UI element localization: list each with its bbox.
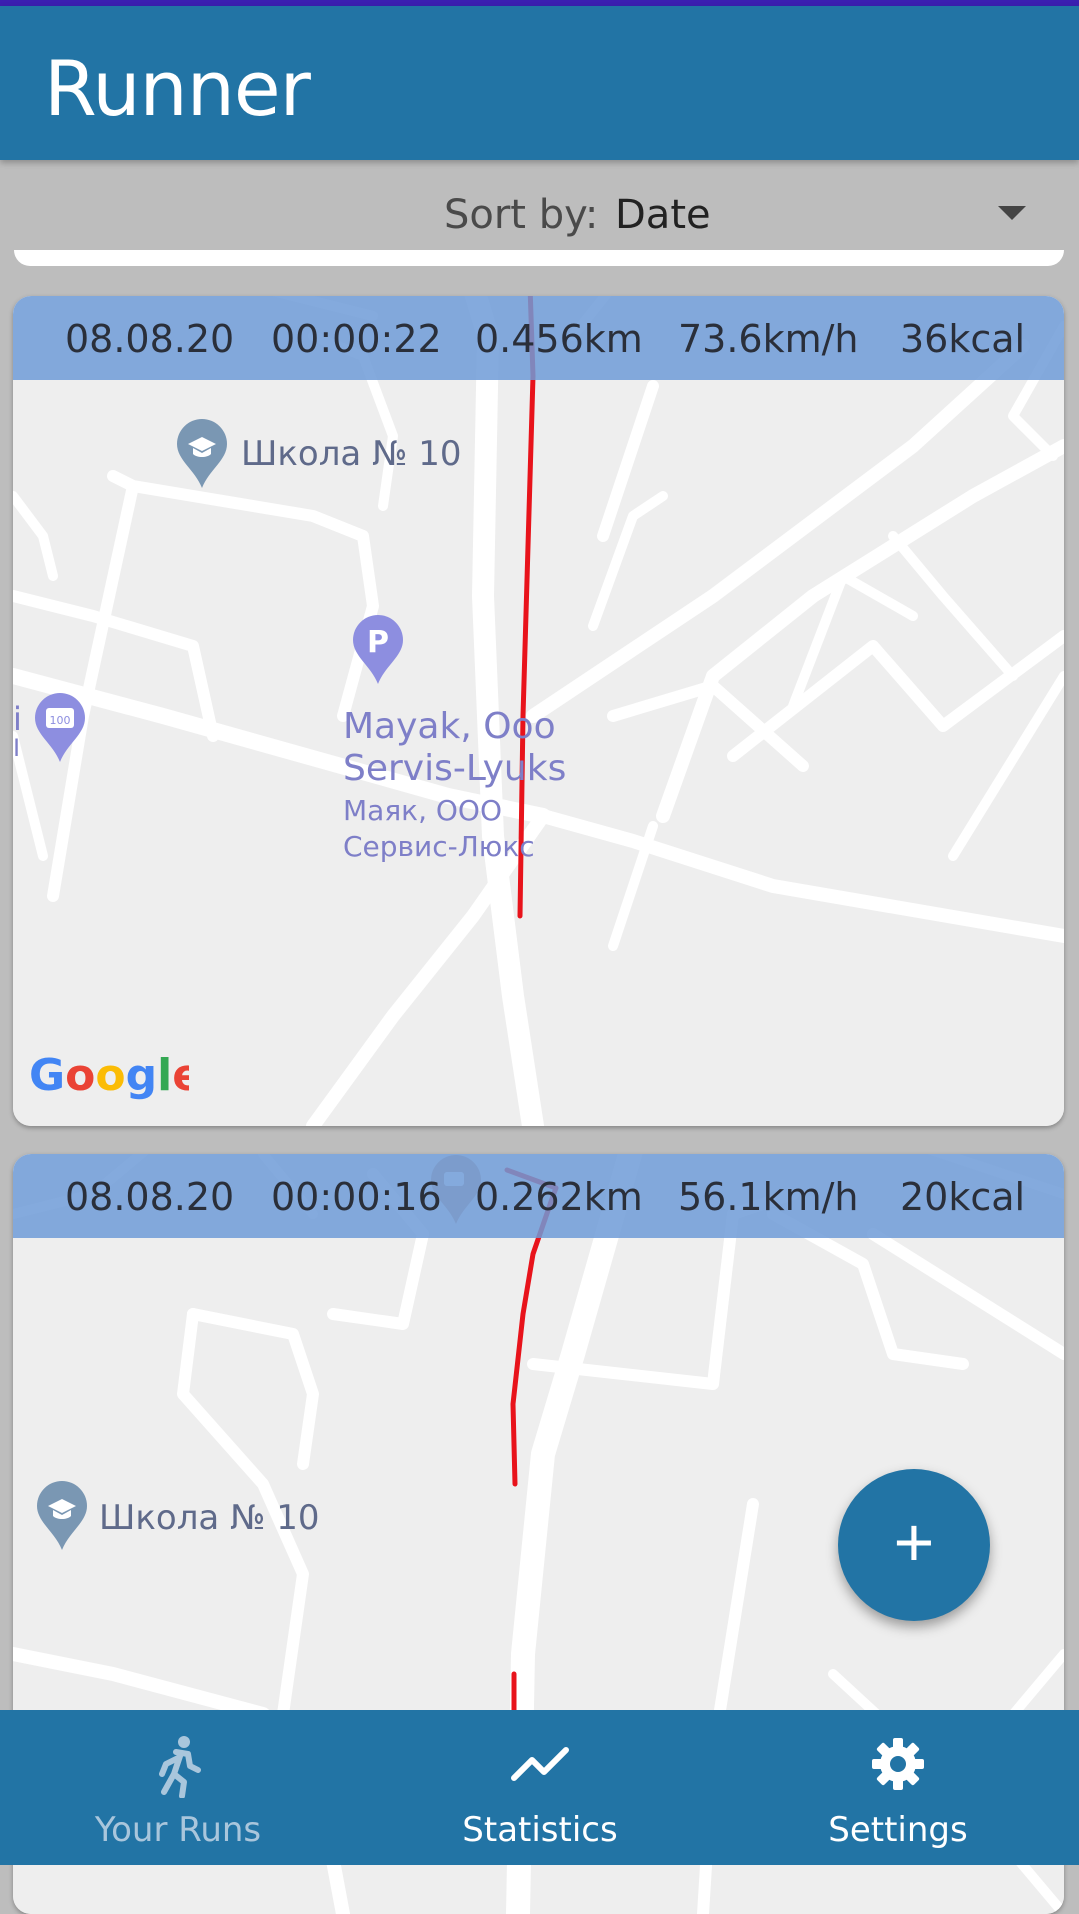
plus-icon: + [893, 1503, 935, 1581]
nav-label-settings: Settings [828, 1810, 968, 1850]
nav-label-your-runs: Your Runs [94, 1810, 262, 1850]
nav-label-statistics: Statistics [462, 1810, 618, 1850]
app-bar: Runner [0, 6, 1079, 160]
run-duration: 00:00:16 [271, 1175, 442, 1219]
svg-text:100: 100 [50, 714, 71, 727]
school-pin-icon [37, 1481, 87, 1550]
previous-run-card-edge [14, 250, 1064, 266]
runner-icon [159, 1736, 201, 1798]
svg-text:P: P [367, 625, 389, 660]
trending-icon [511, 1747, 569, 1781]
run-speed: 56.1km/h [678, 1175, 859, 1219]
school-pin-icon [177, 419, 227, 488]
run-card[interactable]: 08.08.20 00:00:22 0.456km 73.6km/h 36kca… [13, 296, 1064, 1126]
svg-text:Google: Google [29, 1050, 189, 1101]
run-duration: 00:00:22 [271, 317, 442, 361]
map-label-edge-1: i [13, 700, 22, 738]
google-logo: Google [29, 1050, 189, 1101]
run-stats-bar: 08.08.20 00:00:16 0.262km 56.1km/h 20kca… [13, 1154, 1064, 1238]
map-label-school: Школа № 10 [241, 434, 462, 474]
nav-item-your-runs[interactable]: Your Runs [28, 1710, 328, 1865]
parking-pin-icon: P [353, 615, 403, 684]
run-distance: 0.456km [475, 317, 643, 361]
map-label-poi-ru-1: Маяк, ООО [343, 794, 502, 827]
add-run-button[interactable]: + [838, 1469, 990, 1621]
sort-label: Sort by: [444, 192, 599, 238]
map-label-school: Школа № 10 [99, 1498, 320, 1538]
run-date: 08.08.20 [65, 1175, 235, 1219]
map-label-poi-en-2: Servis-Lyuks [343, 748, 567, 789]
run-calories: 20kcal [900, 1175, 1026, 1219]
run-stats-bar: 08.08.20 00:00:22 0.456km 73.6km/h 36kca… [13, 296, 1064, 380]
map-label-edge-2: I [13, 734, 21, 762]
run-date: 08.08.20 [65, 317, 235, 361]
sort-dropdown[interactable]: Date [615, 192, 711, 238]
gear-icon [872, 1738, 924, 1790]
run-speed: 73.6km/h [678, 317, 859, 361]
nav-item-statistics[interactable]: Statistics [390, 1710, 690, 1865]
atm-pin-icon: 100 [35, 693, 85, 762]
nav-item-settings[interactable]: Settings [748, 1710, 1048, 1865]
run-calories: 36kcal [900, 317, 1026, 361]
bottom-navigation: Your Runs Statistics Settings [0, 1710, 1079, 1865]
dropdown-arrow-icon[interactable] [998, 206, 1026, 220]
app-title: Runner [44, 44, 311, 133]
map-label-poi-ru-2: Сервис-Люкс [343, 830, 535, 863]
run-distance: 0.262km [475, 1175, 643, 1219]
map-label-poi-en-1: Mayak, Ooo [343, 706, 556, 747]
